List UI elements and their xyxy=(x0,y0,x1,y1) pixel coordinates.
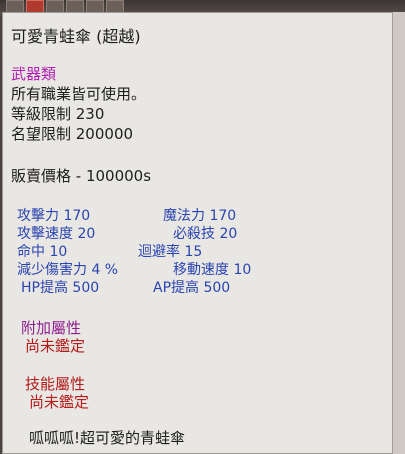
stat-attack-speed: 攻擊速度 20 xyxy=(17,226,96,242)
stat-attack: 攻擊力 170 xyxy=(17,208,91,224)
stat-accuracy: 命中 10 xyxy=(17,244,68,260)
level-limit: 等級限制 230 xyxy=(11,105,105,123)
stat-evasion: 迴避率 15 xyxy=(138,244,203,260)
extra-attr-value: 尚未鑑定 xyxy=(25,337,86,355)
item-description: 呱呱呱!超可愛的青蛙傘 xyxy=(29,429,186,447)
job-requirement: 所有職業皆可使用。 xyxy=(11,85,147,103)
tooltip-scrollbar[interactable] xyxy=(392,12,405,454)
stat-magic: 魔法力 170 xyxy=(163,208,237,224)
stat-crit: 必殺技 20 xyxy=(173,226,238,242)
stat-damage-reduction: 減少傷害力 4 % xyxy=(17,262,119,278)
skill-attr-value: 尚未鑑定 xyxy=(29,393,90,411)
sell-price: 販賣價格 - 100000s xyxy=(11,167,152,185)
fame-limit: 名望限制 200000 xyxy=(11,125,134,143)
item-title: 可愛青蛙傘 (超越) xyxy=(11,27,141,46)
stat-hp-up: HP提高 500 xyxy=(21,280,100,296)
item-category: 武器類 xyxy=(11,65,57,83)
item-tooltip-panel: 可愛青蛙傘 (超越) 武器類 所有職業皆可使用。 等級限制 230 名望限制 2… xyxy=(2,12,395,454)
stat-move-speed: 移動速度 10 xyxy=(173,262,252,278)
stat-ap-up: AP提高 500 xyxy=(153,280,231,296)
